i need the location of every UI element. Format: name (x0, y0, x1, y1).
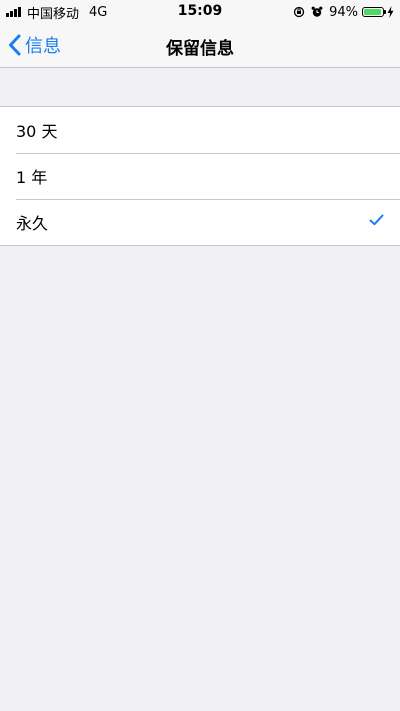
page-title: 保留信息 (166, 39, 234, 59)
status-right: 94% (293, 4, 394, 20)
option-label: 30 天 (16, 122, 58, 141)
option-1-year[interactable]: 1 年 (0, 153, 400, 199)
option-label: 永久 (16, 214, 49, 233)
option-30-days[interactable]: 30 天 (0, 107, 400, 153)
option-label: 1 年 (16, 168, 48, 187)
retention-options-list: 30 天 1 年 永久 (0, 106, 400, 246)
battery-icon (362, 7, 386, 17)
battery-percent: 94% (329, 4, 358, 20)
orientation-lock-icon (293, 6, 305, 18)
charging-bolt-icon (387, 6, 394, 18)
option-forever[interactable]: 永久 (0, 199, 400, 245)
status-bar: 中国移动 4G 15:09 94% (0, 0, 400, 24)
navigation-bar: 信息 保留信息 (0, 24, 400, 68)
checkmark-icon (369, 214, 384, 226)
battery-fill (364, 9, 381, 15)
alarm-icon (311, 6, 323, 18)
